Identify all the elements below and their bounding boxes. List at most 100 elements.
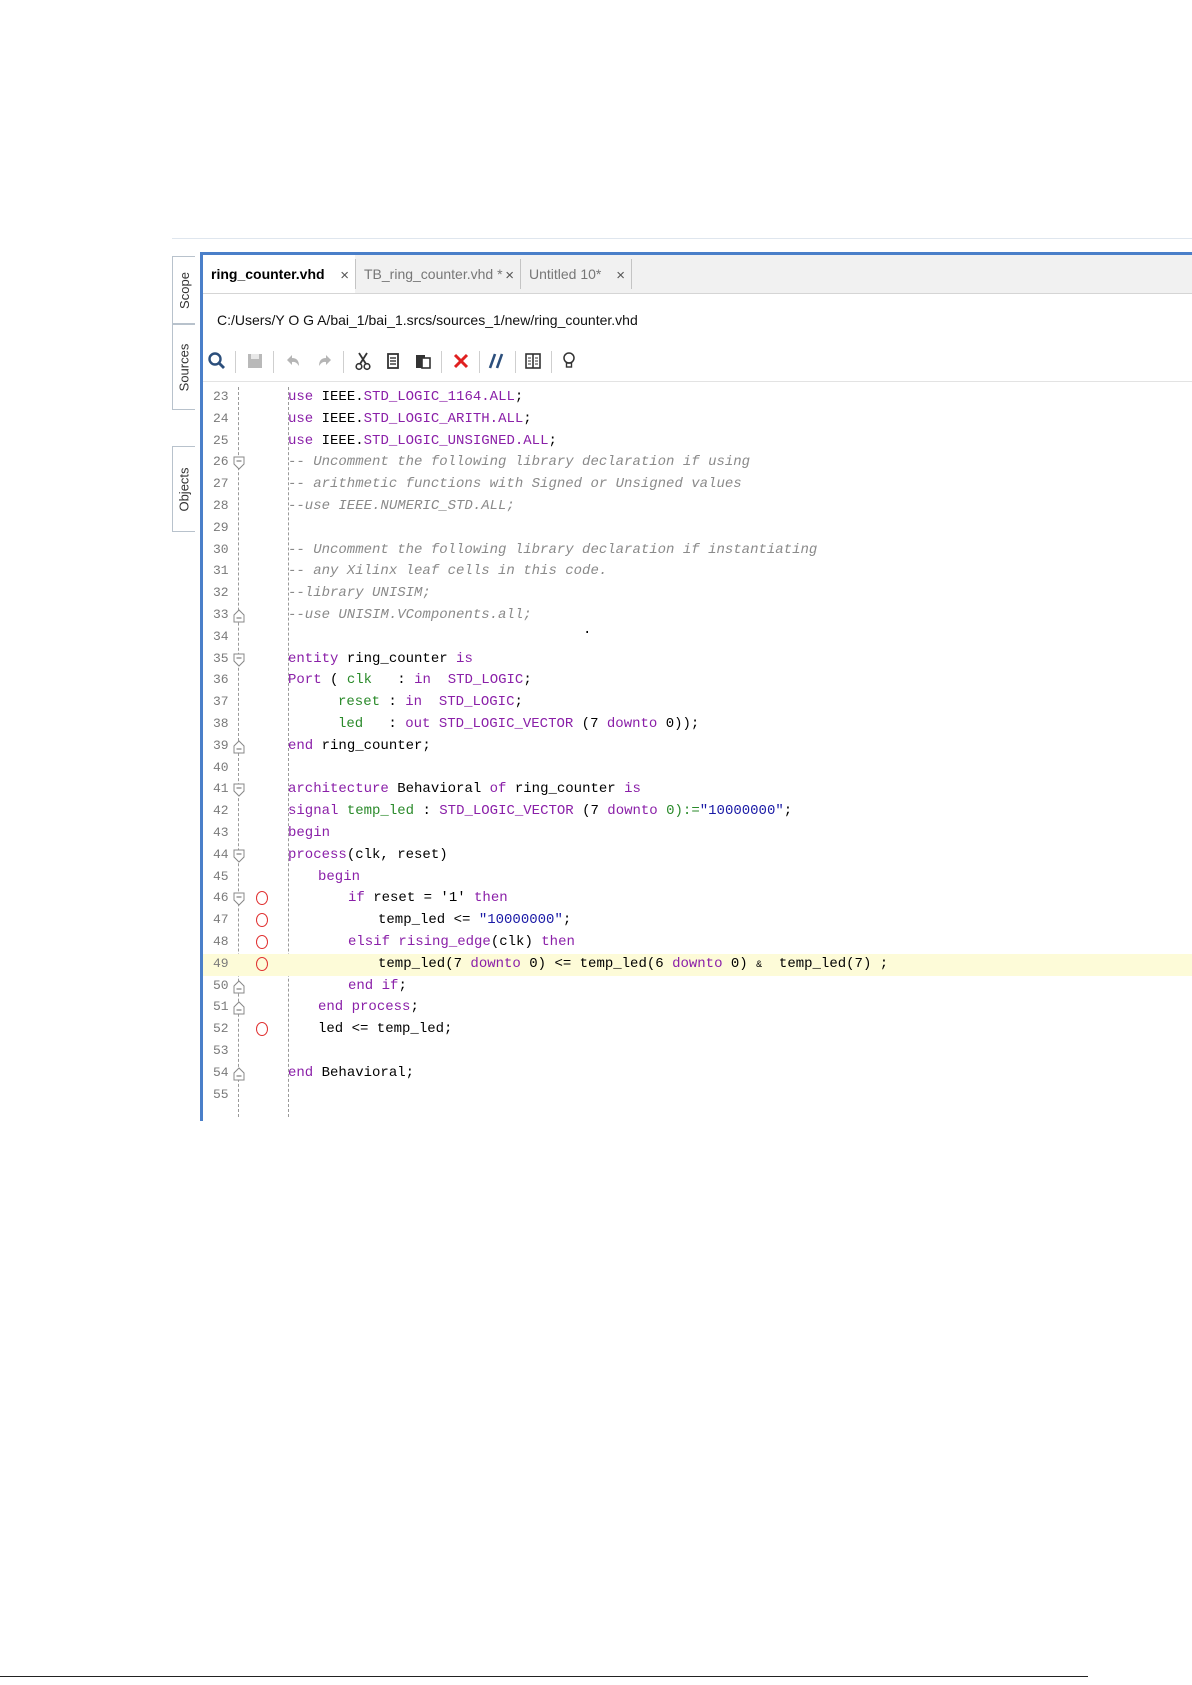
- close-icon[interactable]: ×: [505, 267, 514, 284]
- line-number: 39: [213, 737, 229, 753]
- code-line[interactable]: 33 --use UNISIM.VComponents.all;: [203, 605, 1192, 627]
- code-line[interactable]: 46 if reset = '1' then: [203, 888, 1192, 910]
- code-line[interactable]: 55: [203, 1085, 1192, 1107]
- editor-toolbar: [203, 343, 1192, 381]
- code-line[interactable]: 38 led : out STD_LOGIC_VECTOR (7 downto …: [203, 714, 1192, 736]
- code-line[interactable]: 47 temp_led <= "10000000";: [203, 910, 1192, 932]
- line-number: 51: [213, 999, 229, 1015]
- tab-tb-ring-counter[interactable]: TB_ring_counter.vhd * ×: [356, 255, 520, 293]
- columns-icon[interactable]: [519, 347, 547, 375]
- code-line[interactable]: 45 begin: [203, 867, 1192, 889]
- line-number: 54: [213, 1064, 229, 1080]
- code-token: IEEE.: [313, 389, 364, 405]
- code-line[interactable]: 42 signal temp_led : STD_LOGIC_VECTOR (7…: [203, 801, 1192, 823]
- fold-end-icon[interactable]: [233, 979, 245, 994]
- code-line[interactable]: 43 begin: [203, 823, 1192, 845]
- save-icon[interactable]: [241, 347, 269, 375]
- code-type: STD_LOGIC_VECTOR: [439, 803, 574, 820]
- code-line[interactable]: 34 ·: [203, 625, 1192, 649]
- code-line[interactable]: 26 -- Uncomment the following library de…: [203, 452, 1192, 474]
- fold-end-icon[interactable]: [233, 740, 245, 754]
- code-text: end if;: [348, 978, 407, 994]
- comment-icon[interactable]: [483, 347, 511, 375]
- code-line[interactable]: 31 -- any Xilinx leaf cells in this code…: [203, 561, 1192, 583]
- breakpoint-icon[interactable]: [256, 1022, 268, 1037]
- code-line[interactable]: 27 -- arithmetic functions with Signed o…: [203, 474, 1192, 496]
- tab-sources[interactable]: Sources: [172, 324, 195, 410]
- breakpoint-icon[interactable]: [256, 913, 268, 928]
- code-line[interactable]: 28 --use IEEE.NUMERIC_STD.ALL;: [203, 496, 1192, 518]
- line-number: 47: [213, 912, 229, 928]
- close-icon[interactable]: ×: [340, 267, 349, 284]
- toolbar-divider: [551, 351, 552, 373]
- cut-icon[interactable]: [349, 347, 377, 375]
- code-line[interactable]: 51 end process;: [203, 997, 1192, 1019]
- search-icon[interactable]: [203, 347, 231, 375]
- close-icon[interactable]: ×: [616, 267, 625, 284]
- lightbulb-icon[interactable]: [555, 347, 583, 375]
- code-token: ;: [410, 999, 419, 1016]
- code-line-highlighted[interactable]: 49 temp_led(7 downto 0) <= temp_led(6 do…: [203, 953, 1192, 976]
- fold-collapse-icon[interactable]: [233, 783, 245, 798]
- fold-end-icon[interactable]: [233, 1067, 245, 1081]
- fold-collapse-icon[interactable]: [233, 892, 245, 907]
- code-line[interactable]: 25 use IEEE.STD_LOGIC_UNSIGNED.ALL;: [203, 431, 1192, 453]
- breakpoint-icon[interactable]: [256, 891, 268, 906]
- code-token: reset = '1': [364, 890, 475, 907]
- fold-end-icon[interactable]: [233, 1001, 245, 1015]
- line-number: 24: [213, 410, 229, 426]
- breakpoint-icon[interactable]: [256, 935, 268, 949]
- tab-label: TB_ring_counter.vhd *: [364, 266, 503, 282]
- tab-objects[interactable]: Objects: [172, 446, 195, 532]
- code-area[interactable]: 23 use IEEE.STD_LOGIC_1164.ALL; 24 use I…: [203, 387, 1192, 1117]
- code-line[interactable]: 35 entity ring_counter is: [203, 649, 1192, 671]
- code-line[interactable]: 36 Port ( clk : in STD_LOGIC;: [203, 670, 1192, 692]
- breakpoint-icon[interactable]: [256, 956, 268, 971]
- code-keyword: in: [405, 694, 423, 711]
- code-line[interactable]: 44 process(clk, reset): [203, 845, 1192, 867]
- fold-end-icon[interactable]: [233, 609, 245, 623]
- code-keyword: process: [288, 846, 347, 863]
- tab-ring-counter[interactable]: ring_counter.vhd ×: [203, 255, 355, 293]
- code-identifier: reset: [338, 694, 381, 711]
- code-line[interactable]: 50 end if;: [203, 976, 1192, 998]
- code-keyword: end: [288, 1064, 314, 1081]
- tab-scope[interactable]: Scope: [172, 256, 195, 324]
- code-line[interactable]: 54 end Behavioral;: [203, 1063, 1192, 1085]
- editor-tab-bar: ring_counter.vhd × TB_ring_counter.vhd *…: [203, 255, 1192, 294]
- delete-icon[interactable]: [447, 347, 475, 375]
- code-line[interactable]: 41 architecture Behavioral of ring_count…: [203, 779, 1192, 801]
- code-line[interactable]: 39 end ring_counter;: [203, 736, 1192, 758]
- code-function: rising_edge: [398, 934, 491, 950]
- fold-collapse-icon[interactable]: [233, 653, 245, 667]
- code-token: ;: [398, 977, 407, 994]
- code-line[interactable]: 23 use IEEE.STD_LOGIC_1164.ALL;: [203, 387, 1192, 409]
- code-line[interactable]: 40: [203, 758, 1192, 780]
- code-line[interactable]: 30 -- Uncomment the following library de…: [203, 540, 1192, 562]
- code-line[interactable]: 53: [203, 1041, 1192, 1063]
- copy-icon[interactable]: [379, 347, 407, 375]
- code-line[interactable]: 24 use IEEE.STD_LOGIC_ARITH.ALL;: [203, 409, 1192, 431]
- undo-icon[interactable]: [279, 347, 307, 375]
- code-text: end process;: [318, 999, 419, 1015]
- code-keyword: if: [348, 890, 365, 907]
- tab-untitled-10[interactable]: Untitled 10* ×: [521, 255, 631, 293]
- line-number: 44: [213, 846, 229, 862]
- code-line[interactable]: 52 led <= temp_led;: [203, 1019, 1192, 1041]
- line-number: 27: [213, 476, 229, 492]
- code-token: :: [363, 716, 406, 732]
- fold-collapse-icon[interactable]: [233, 849, 245, 863]
- code-line[interactable]: 37 reset : in STD_LOGIC;: [203, 692, 1192, 714]
- code-token: temp_led(7) ;: [762, 955, 889, 972]
- code-line[interactable]: 29: [203, 518, 1192, 540]
- tab-objects-label: Objects: [176, 466, 192, 512]
- redo-icon[interactable]: [311, 347, 339, 375]
- code-line[interactable]: 48 elsif rising_edge(clk) then: [203, 932, 1192, 954]
- code-identifier: led: [338, 716, 364, 732]
- code-token: :: [414, 803, 440, 820]
- fold-collapse-icon[interactable]: [233, 456, 245, 471]
- code-line[interactable]: 32 --library UNISIM;: [203, 583, 1192, 605]
- tab-divider: [631, 259, 632, 289]
- paste-icon[interactable]: [409, 347, 437, 375]
